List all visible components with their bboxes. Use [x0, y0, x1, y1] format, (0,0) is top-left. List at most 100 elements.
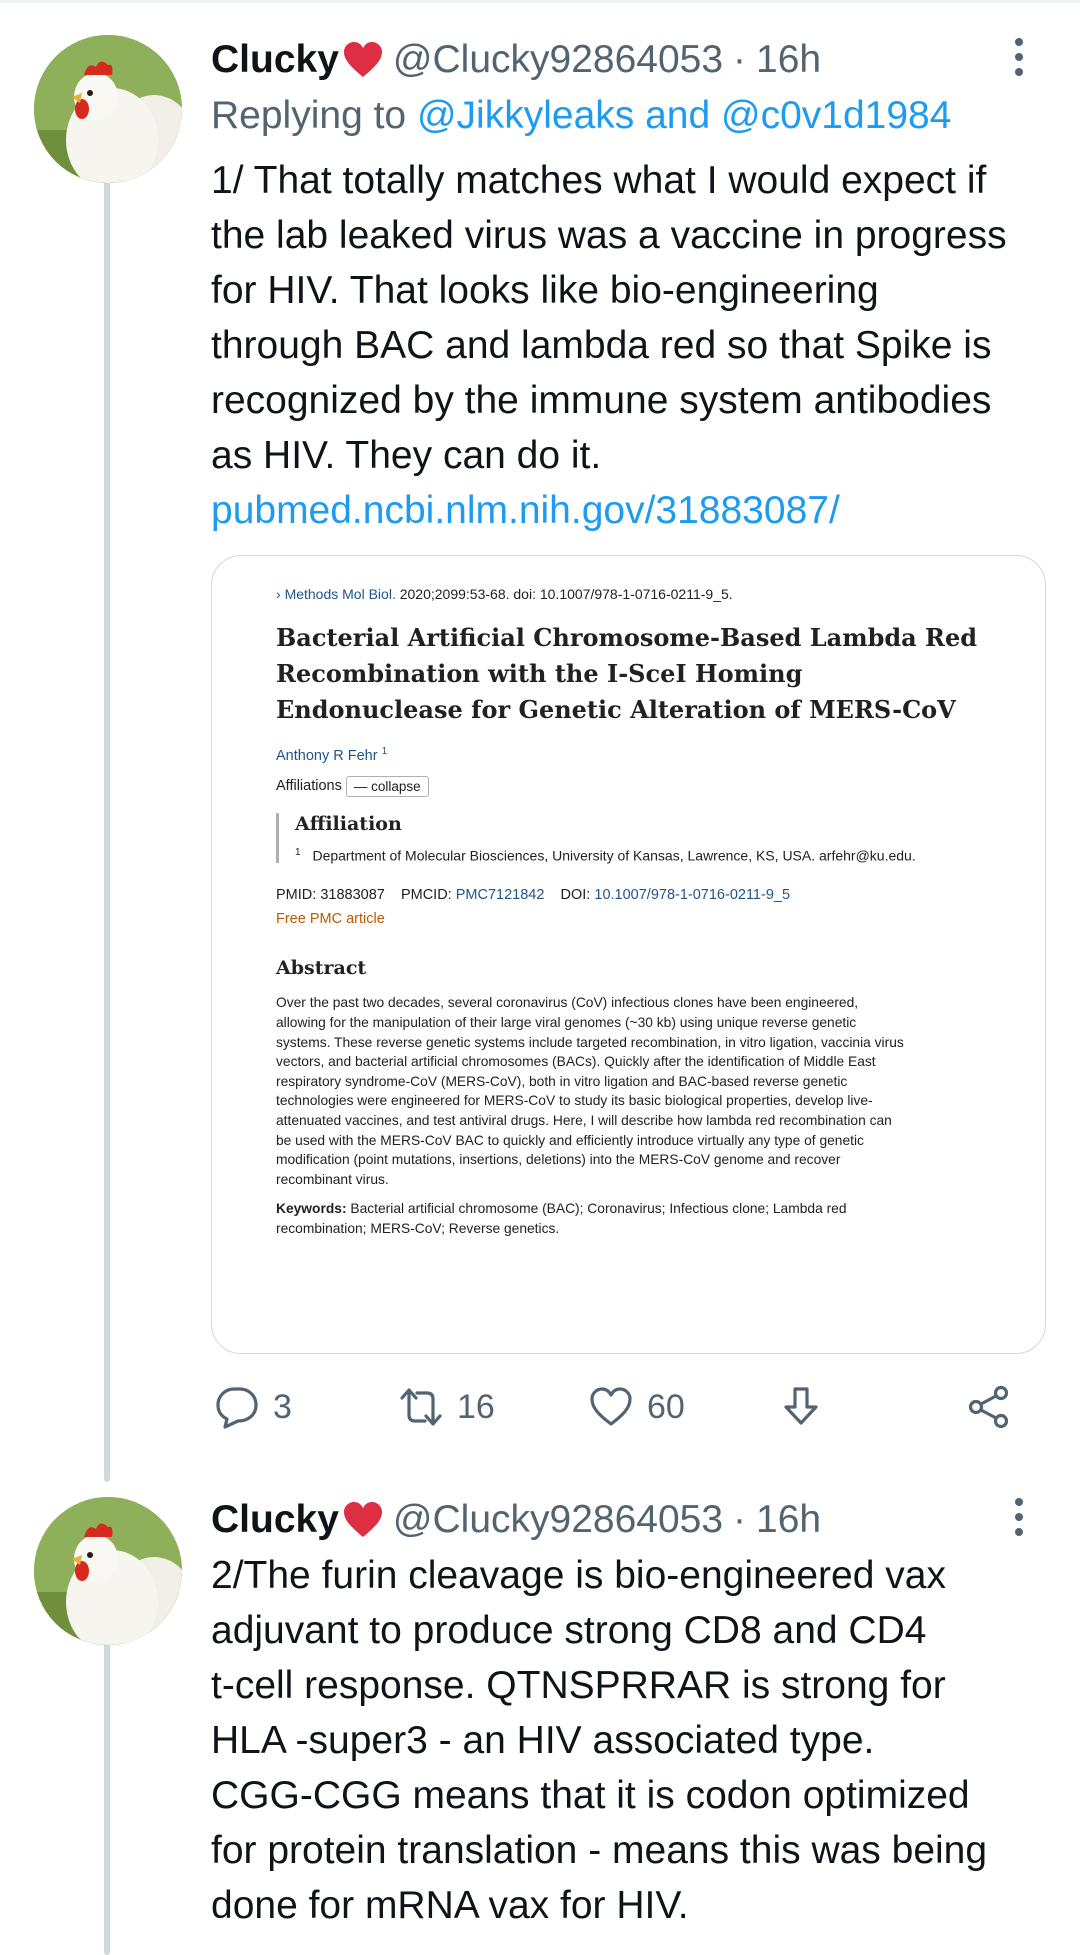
author-name: Anthony R Fehr	[276, 747, 378, 764]
user-handle[interactable]: @Clucky92864053	[393, 1498, 723, 1542]
avatar[interactable]	[34, 1497, 182, 1645]
tweet-text-line: done for mRNA vax for HIV.	[211, 1884, 689, 1927]
abstract-line: vectors, and bacterial artificial chromo…	[276, 1054, 876, 1070]
pubmed-article: › Methods Mol Biol. 2020;2099:53-68. doi…	[276, 586, 996, 1239]
display-name[interactable]: Clucky	[211, 1498, 339, 1542]
article-title-line: Bacterial Artificial Chromosome-Based La…	[276, 623, 978, 652]
affiliations-label: Affiliations	[276, 778, 342, 795]
replying-to-users-link[interactable]: @Jikkyleaks and @c0v1d1984	[417, 94, 951, 137]
user-handle[interactable]: @Clucky92864053	[393, 38, 723, 82]
keywords-label: Keywords:	[276, 1201, 347, 1217]
heart-outline-icon	[590, 1387, 632, 1426]
pmid-value: 31883087	[320, 887, 385, 904]
tweet-text-line: t-cell response. QTNSPRRAR is strong for	[211, 1664, 946, 1707]
retweet-button[interactable]: 16	[399, 1385, 495, 1429]
tweet-text-line: through BAC and lambda red so that Spike…	[211, 324, 992, 367]
tweet-text-line: for HIV. That looks like bio-engineering	[211, 269, 879, 312]
article-title: Bacterial Artificial Chromosome-Based La…	[276, 620, 996, 728]
retweet-arrows-icon	[400, 1388, 442, 1426]
like-button[interactable]: 60	[589, 1385, 685, 1429]
speech-bubble-icon	[216, 1387, 258, 1429]
abstract-line: attenuated vaccines, and test antiviral …	[276, 1113, 892, 1129]
affiliation-text-row: 1 Department of Molecular Biosciences, U…	[295, 847, 996, 864]
doi-label: DOI:	[560, 887, 591, 904]
separator-dot: ·	[733, 1498, 747, 1541]
bookmark-button[interactable]	[779, 1385, 837, 1429]
share-button[interactable]	[967, 1385, 1025, 1429]
tweet-text: 1/ That totally matches what I would exp…	[211, 153, 1041, 538]
keywords-text: Bacterial artificial chromosome (BAC); C…	[350, 1201, 847, 1217]
abstract-line: modification (point mutations, insertion…	[276, 1152, 841, 1168]
abstract-line: technologies were engineered for MERS-Co…	[276, 1093, 873, 1109]
pmcid-value: PMC7121842	[455, 887, 545, 904]
chicken-avatar-image	[34, 1497, 182, 1645]
article-author: Anthony R Fehr 1	[276, 746, 996, 764]
more-options-icon[interactable]	[1004, 32, 1034, 82]
share-nodes-icon	[968, 1385, 1009, 1429]
replying-prefix: Replying to	[211, 94, 407, 137]
tweet-text: 2/The furin cleavage is bio-engineered v…	[211, 1548, 1041, 1933]
tweet-text-line: adjuvant to produce strong CD8 and CD4	[211, 1609, 927, 1652]
affiliations-row: Affiliations — collapse	[276, 775, 996, 797]
pmcid-label: PMCID:	[400, 887, 452, 904]
journal-name: Methods Mol Biol.	[284, 586, 396, 602]
affiliation-box: Affiliation 1 Department of Molecular Bi…	[276, 812, 996, 864]
journal-chevron: ›	[276, 586, 281, 602]
timestamp[interactable]: 16h	[756, 38, 821, 82]
separator-dot: ·	[733, 38, 747, 81]
abstract-text: Over the past two decades, several coron…	[276, 993, 996, 1189]
download-arrow-icon	[784, 1387, 818, 1425]
thread-connector-line	[104, 152, 110, 1482]
abstract-line: systems. These reverse genetic systems i…	[276, 1034, 904, 1050]
article-citation: › Methods Mol Biol. 2020;2099:53-68. doi…	[276, 586, 996, 602]
top-divider	[0, 0, 1080, 3]
attached-article-image[interactable]: › Methods Mol Biol. 2020;2099:53-68. doi…	[211, 555, 1046, 1354]
abstract-heading: Abstract	[276, 957, 367, 980]
tweet-text-line: for protein translation - means this was…	[211, 1829, 988, 1872]
timestamp[interactable]: 16h	[756, 1498, 821, 1542]
red-heart-emoji-icon	[343, 42, 382, 77]
abstract-line: respiratory syndrome-CoV (MERS-CoV), bot…	[276, 1073, 848, 1089]
abstract-line: be used with the MERS-CoV BAC to quickly…	[276, 1132, 864, 1148]
tweet-text-line: CGG-CGG means that it is codon optimized	[211, 1774, 970, 1817]
tweet-header: Clucky @Clucky92864053 · 16h	[211, 1493, 1010, 1547]
replying-to-line: Replying to @Jikkyleaks and @c0v1d1984	[211, 94, 951, 138]
article-title-line: Recombination with the I-SceI Homing	[276, 659, 803, 688]
pubmed-link[interactable]: pubmed.ncbi.nlm.nih.gov/31883087/	[211, 483, 1041, 538]
tweet-action-bar: 3 16 60	[211, 1385, 1011, 1435]
abstract-line: recombinant virus.	[276, 1171, 389, 1187]
citation-details: 2020;2099:53-68. doi: 10.1007/978-1-0716…	[399, 586, 733, 602]
reply-button[interactable]: 3	[215, 1385, 292, 1429]
article-identifiers: PMID: 31883087 PMCID: PMC7121842 DOI: 10…	[276, 887, 996, 903]
free-pmc-article-label: Free PMC article	[276, 911, 385, 928]
article-title-line: Endonuclease for Genetic Alteration of M…	[276, 695, 956, 724]
thread-connector-line	[104, 1620, 110, 1955]
affiliation-text: Department of Molecular Biosciences, Uni…	[312, 847, 916, 864]
author-superscript: 1	[381, 746, 388, 757]
keywords-line: recombination; MERS-CoV; Reverse genetic…	[276, 1221, 560, 1237]
more-options-icon[interactable]	[1004, 1492, 1034, 1542]
tweet-text-line: HLA -super3 - an HIV associated type.	[211, 1719, 875, 1762]
chicken-avatar-image	[34, 35, 182, 183]
keywords: Keywords: Bacterial artificial chromosom…	[276, 1199, 996, 1238]
tweet-text-line: the lab leaked virus was a vaccine in pr…	[211, 214, 1007, 257]
affiliation-heading: Affiliation	[295, 812, 402, 835]
abstract-line: allowing for the manipulation of their l…	[276, 1015, 857, 1031]
reply-count: 3	[273, 1387, 292, 1426]
like-count: 60	[647, 1387, 685, 1426]
red-heart-emoji-icon	[343, 1502, 382, 1537]
tweet-text-line: as HIV. They can do it.	[211, 434, 602, 477]
collapse-button: — collapse	[345, 775, 429, 797]
tweet-text-line: 2/The furin cleavage is bio-engineered v…	[211, 1554, 946, 1597]
doi-value: 10.1007/978-1-0716-0211-9_5	[594, 887, 791, 904]
affiliation-superscript: 1	[295, 846, 301, 858]
abstract-line: Over the past two decades, several coron…	[276, 995, 859, 1011]
display-name[interactable]: Clucky	[211, 38, 339, 82]
keywords-line: Keywords: Bacterial artificial chromosom…	[276, 1199, 996, 1219]
tweet-header: Clucky @Clucky92864053 · 16h	[211, 33, 1010, 87]
avatar[interactable]	[34, 35, 182, 183]
tweet-text-line: recognized by the immune system antibodi…	[211, 379, 992, 422]
retweet-count: 16	[457, 1387, 495, 1426]
tweet-text-line: 1/ That totally matches what I would exp…	[211, 159, 987, 202]
pmid-label: PMID:	[276, 887, 317, 904]
